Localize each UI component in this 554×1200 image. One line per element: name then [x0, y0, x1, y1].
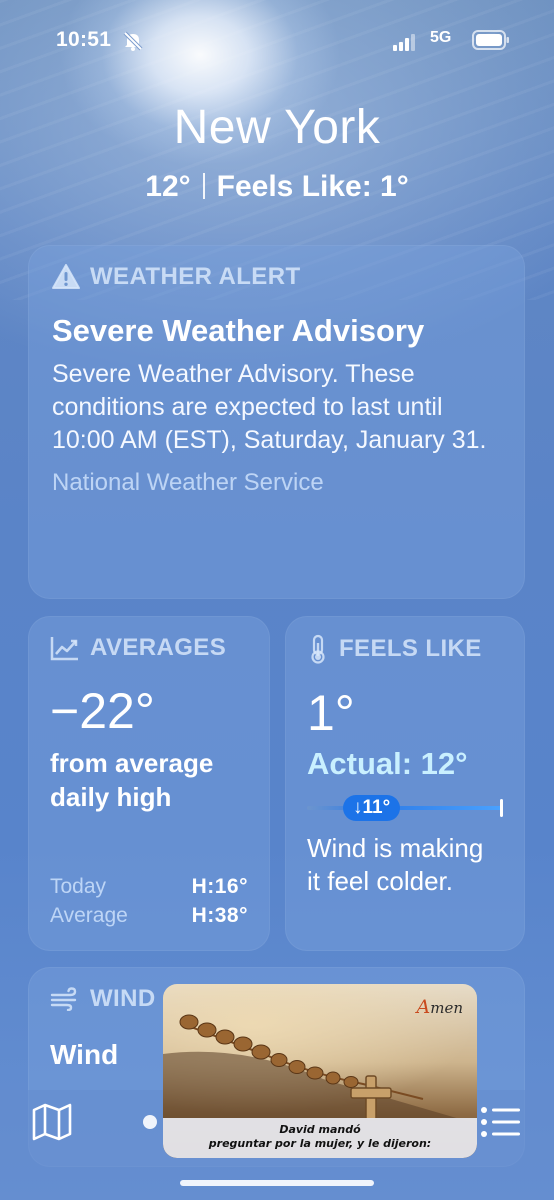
chart-trend-icon	[50, 637, 78, 661]
alert-title: Severe Weather Advisory	[52, 313, 425, 348]
page-indicator-dot[interactable]	[143, 1115, 157, 1129]
video-brand-logo: Amen	[416, 996, 464, 1018]
bell-slash-icon	[123, 31, 143, 51]
alert-header: WEATHER ALERT	[52, 263, 501, 291]
feels-like-note: Wind is making it feel colder.	[307, 833, 484, 896]
feels-like-value: 1°	[307, 685, 355, 741]
caption-line-2: preguntar por la mujer, y le dijeron:	[208, 1137, 432, 1150]
table-row: Average H:38°	[50, 901, 248, 930]
feels-like-card[interactable]: FEELS LIKE 1° Actual: 12° ↓11° Wind is m…	[285, 616, 525, 951]
row-value: H:16°	[191, 875, 248, 898]
alert-source[interactable]: National Weather Service	[52, 469, 501, 497]
table-row: Today H:16°	[50, 872, 248, 901]
averages-header-label: AVERAGES	[90, 634, 227, 661]
difference-badge: ↓11°	[343, 795, 401, 821]
weather-alert-card[interactable]: WEATHER ALERT Severe Weather Advisory Se…	[28, 245, 525, 599]
caption-line-1: David mandó	[279, 1123, 361, 1136]
status-bar: 10:51 5G	[0, 0, 554, 88]
averages-card[interactable]: AVERAGES −22° from average daily high To…	[28, 616, 270, 951]
range-track	[307, 806, 503, 810]
alert-body: Severe Weather Advisory. These condition…	[52, 360, 487, 454]
divider	[202, 173, 205, 199]
actual-marker	[500, 799, 503, 817]
feels-like-header: FEELS LIKE	[307, 634, 503, 664]
picture-in-picture-video[interactable]: Amen David mandó preguntar por la mujer,…	[163, 984, 477, 1158]
video-caption: David mandó preguntar por la mujer, y le…	[163, 1118, 477, 1158]
wind-header-label: WIND	[90, 985, 156, 1012]
row-label: Average	[50, 904, 128, 927]
home-indicator[interactable]	[180, 1180, 374, 1186]
status-time: 10:51	[56, 28, 112, 51]
current-temperature: 12°	[145, 170, 191, 203]
list-icon[interactable]	[480, 1105, 522, 1139]
signal-bars-icon	[393, 34, 415, 51]
map-icon[interactable]	[32, 1103, 72, 1141]
thermometer-icon	[311, 634, 325, 664]
averages-table: Today H:16° Average H:38°	[50, 872, 248, 930]
wind-icon	[50, 987, 77, 1011]
feels-like-summary: Feels Like: 1°	[216, 170, 409, 203]
network-type: 5G	[430, 29, 452, 46]
row-label: Today	[50, 875, 107, 898]
averages-value: −22°	[50, 683, 155, 739]
actual-temperature: Actual: 12°	[307, 746, 468, 781]
alert-header-label: WEATHER ALERT	[90, 263, 301, 290]
averages-description: from average daily high	[50, 748, 214, 812]
row-value: H:38°	[191, 904, 248, 927]
feels-like-range-bar: ↓11°	[307, 795, 503, 821]
current-conditions: 12° Feels Like: 1°	[0, 170, 554, 204]
averages-header: AVERAGES	[50, 634, 248, 662]
city-name: New York	[173, 101, 381, 154]
warning-icon	[52, 264, 80, 289]
feels-like-header-label: FEELS LIKE	[339, 635, 482, 662]
brand-text: men	[430, 999, 463, 1017]
battery-icon	[472, 30, 509, 50]
